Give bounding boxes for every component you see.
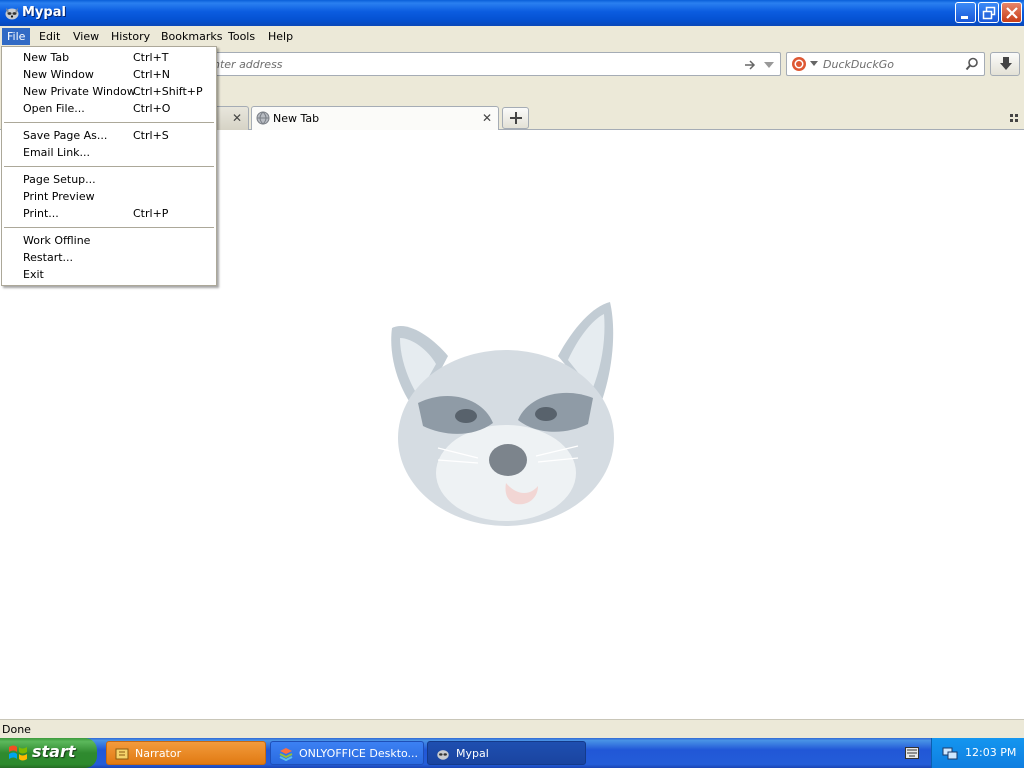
keyboard-icon[interactable] [905,747,919,759]
menu-file[interactable]: File [2,28,31,45]
search-icon[interactable] [965,57,979,71]
clock: 12:03 PM [965,746,1017,759]
menu-separator [4,227,214,228]
tab-new-tab[interactable]: New Tab ✕ [251,106,499,130]
taskbar-item-onlyoffice[interactable]: ONLYOFFICE Deskto... [270,741,424,765]
tab-close-icon[interactable]: ✕ [482,111,492,125]
mypal-raccoon-icon [437,750,449,760]
address-placeholder: nter address [213,58,283,71]
status-bar: Done [0,719,1024,738]
start-label: start [32,742,76,761]
minimize-button[interactable] [955,2,976,23]
network-icon[interactable] [942,745,958,761]
tab-label: New Tab [273,112,320,125]
globe-icon [256,111,270,125]
mypal-raccoon-icon [5,8,19,20]
windows-flag-icon [9,745,27,761]
menu-separator [4,122,214,123]
menu-item-restart[interactable]: Restart... [2,249,216,266]
menu-tools[interactable]: Tools [223,28,260,45]
menu-item-email-link[interactable]: Email Link... [2,144,216,161]
system-tray: 12:03 PM [931,738,1024,768]
menu-item-work-offline[interactable]: Work Offline [2,232,216,249]
taskbar-item-narrator[interactable]: Narrator [106,741,266,765]
search-bar[interactable]: DuckDuckGo [786,52,985,76]
menu-bookmarks[interactable]: Bookmarks [156,28,227,45]
menu-item-new-tab[interactable]: New Tab Ctrl+T [2,49,216,66]
go-arrow-icon[interactable] [743,58,757,72]
download-arrow-icon [1000,57,1012,70]
search-placeholder: DuckDuckGo [823,58,894,71]
start-button[interactable]: start [0,738,97,768]
menu-item-print-preview[interactable]: Print Preview [2,188,216,205]
close-button[interactable] [1001,2,1022,23]
engine-dropdown-icon[interactable] [810,61,818,67]
taskbar-item-mypal[interactable]: Mypal [427,741,586,765]
menu-item-save-page-as[interactable]: Save Page As... Ctrl+S [2,127,216,144]
downloads-button[interactable] [990,52,1020,76]
menu-edit[interactable]: Edit [34,28,65,45]
address-bar[interactable]: nter address [196,52,781,76]
restore-button[interactable] [978,2,999,23]
menu-item-page-setup[interactable]: Page Setup... [2,171,216,188]
narrator-icon [115,748,129,760]
menu-item-exit[interactable]: Exit [2,266,216,283]
menu-history[interactable]: History [106,28,155,45]
plus-icon [510,112,522,124]
menu-help[interactable]: Help [263,28,298,45]
menu-item-new-window[interactable]: New Window Ctrl+N [2,66,216,83]
menu-item-print[interactable]: Print... Ctrl+P [2,205,216,222]
onlyoffice-icon [279,748,293,761]
menu-view[interactable]: View [68,28,104,45]
window-title: Mypal [22,5,66,20]
tab-overview-icon[interactable] [1010,114,1018,122]
menu-separator [4,166,214,167]
tab-close-icon[interactable]: ✕ [232,111,242,125]
mypal-raccoon-logo [391,302,614,526]
dropdown-arrow-icon[interactable] [763,60,775,70]
file-menu-dropdown: New Tab Ctrl+T New Window Ctrl+N New Pri… [1,46,217,286]
window-titlebar[interactable]: Mypal [0,0,1024,26]
new-tab-button[interactable] [502,107,529,129]
minimize-icon [961,16,968,19]
menu-item-new-private-window[interactable]: New Private Window Ctrl+Shift+P [2,83,216,100]
menu-item-open-file[interactable]: Open File... Ctrl+O [2,100,216,117]
duckduckgo-icon[interactable] [791,56,807,72]
taskbar: start Narrator ONLYOFFICE Deskto... Mypa… [0,738,1024,768]
close-icon [1006,7,1018,19]
menu-bar: File Edit View History Bookmarks Tools H… [0,26,1024,47]
status-text: Done [2,723,31,736]
restore-icon [982,6,996,20]
